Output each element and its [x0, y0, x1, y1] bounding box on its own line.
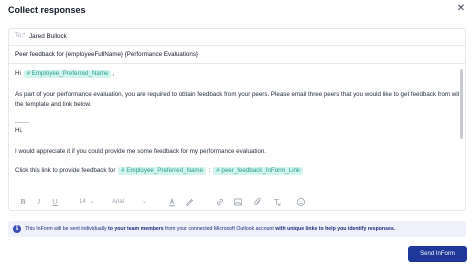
employee-name-tag[interactable]: # Employee_Preferred_Name — [23, 70, 112, 78]
greeting-prefix: Hi — [15, 70, 21, 77]
separator-line: ____ — [15, 116, 29, 123]
info-banner: i This InForm will be sent individually … — [8, 221, 466, 237]
request-line: I would appreciate it if you could provi… — [15, 148, 267, 155]
underline-icon[interactable]: U — [51, 197, 59, 207]
link-prefix: Click this link to provide feedback for — [15, 167, 116, 174]
peer-feedback-link-tag[interactable]: # peer_feedback_InForm_Link — [213, 167, 304, 175]
body-scrollbar[interactable] — [460, 69, 463, 139]
email-body-editor[interactable]: Hi # Employee_Preferred_Name, As part of… — [9, 64, 459, 190]
close-icon[interactable]: ✕ — [456, 4, 466, 14]
chevron-down-icon: ⌄ — [89, 199, 95, 205]
email-compose-box: To:* Jared Bullock Peer feedback for {em… — [8, 28, 466, 211]
formatting-toolbar: B I U 14 ⌄ Arial ⌄ — [9, 192, 465, 212]
employee-name-tag-2[interactable]: # Employee_Preferred_Name — [118, 167, 207, 175]
send-inform-button[interactable]: Send InForm — [408, 246, 467, 262]
greeting-suffix: , — [112, 70, 115, 77]
info-text-part-1: This InForm will be sent individually — [25, 226, 109, 232]
feedback-link-line: Click this link to provide feedback for … — [15, 167, 304, 175]
text-color-icon[interactable] — [167, 197, 177, 207]
font-size-value: 14 — [79, 199, 86, 205]
to-label: To:* — [15, 33, 26, 39]
greeting-line: Hi # Employee_Preferred_Name, — [15, 70, 114, 78]
subject-text[interactable]: Peer feedback for {employeeFullName} {Pe… — [15, 51, 198, 58]
highlight-icon[interactable] — [184, 197, 194, 207]
emoji-icon[interactable] — [296, 197, 306, 207]
chevron-down-icon: ⌄ — [142, 199, 148, 205]
info-text: This InForm will be sent individually to… — [25, 226, 395, 233]
link-colon: : — [208, 167, 211, 174]
font-family-select[interactable]: Arial ⌄ — [112, 197, 156, 207]
collect-responses-dialog: Collect responses ✕ To:* Jared Bullock P… — [0, 0, 474, 277]
paragraph-line-1: As part of your performance evaluation, … — [15, 91, 459, 98]
image-icon[interactable] — [233, 197, 243, 207]
paragraph-line-2: the template and link below. — [15, 101, 92, 108]
info-text-bold-1: to your team members — [108, 226, 164, 232]
subject-field[interactable]: Peer feedback for {employeeFullName} {Pe… — [9, 46, 465, 64]
font-size-select[interactable]: 14 ⌄ — [79, 197, 103, 207]
bold-icon[interactable]: B — [19, 197, 27, 207]
attachment-icon[interactable] — [253, 197, 263, 207]
to-recipient[interactable]: Jared Bullock — [29, 33, 67, 40]
italic-icon[interactable]: I — [35, 197, 43, 207]
hi-line: Hi, — [15, 127, 23, 134]
info-text-bold-2: with unique links to help you identify r… — [275, 226, 396, 232]
font-family-value: Arial — [112, 199, 125, 205]
info-text-part-2: from your connected Microsoft Outlook ac… — [163, 226, 276, 232]
clear-format-icon[interactable] — [272, 197, 282, 207]
link-icon[interactable] — [215, 197, 225, 207]
dialog-title: Collect responses — [8, 5, 86, 15]
to-field[interactable]: To:* Jared Bullock — [9, 29, 465, 46]
info-icon: i — [13, 225, 21, 233]
